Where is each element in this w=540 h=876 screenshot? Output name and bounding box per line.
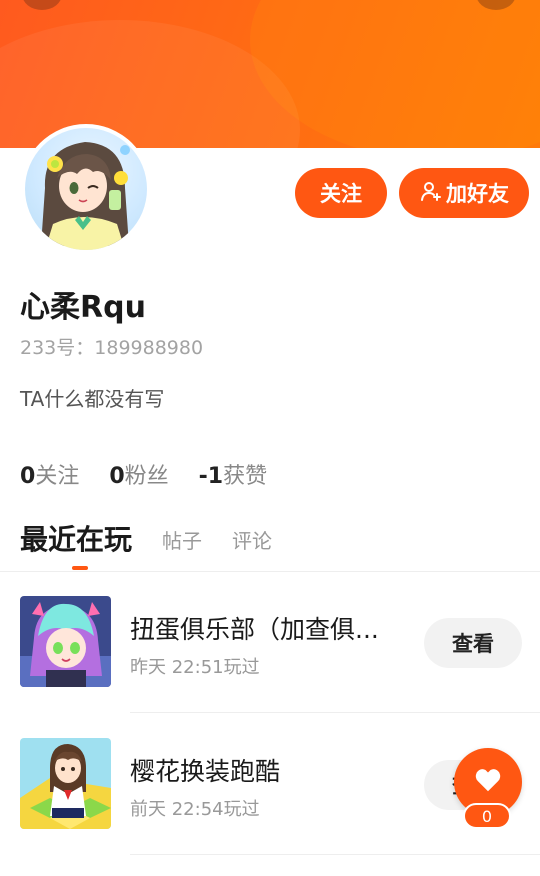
tab-comments[interactable]: 评论 [232, 525, 272, 558]
row-divider [130, 712, 540, 713]
stat-likes[interactable]: -1获赞 [199, 458, 267, 490]
heart-icon [473, 765, 503, 799]
tab-recently-played[interactable]: 最近在玩 [20, 518, 132, 558]
stat-likes-label: 获赞 [223, 464, 268, 489]
back-button[interactable] [22, 0, 62, 10]
user-name: 心柔Rqu [20, 290, 146, 325]
add-friend-label: 加好友 [446, 182, 509, 206]
follow-button[interactable]: 关注 [295, 168, 387, 218]
user-bio: TA什么都没有写 [20, 387, 165, 411]
stat-fans[interactable]: 0粉丝 [109, 458, 168, 490]
row-divider [130, 854, 540, 855]
stat-fans-label: 粉丝 [124, 464, 169, 489]
game-title: 扭蛋俱乐部（加查俱... [130, 615, 379, 644]
game-list-item[interactable]: 扭蛋俱乐部（加查俱... 昨天 22:51玩过 查看 [0, 572, 540, 713]
stat-following[interactable]: 0关注 [20, 458, 79, 490]
like-count-badge: 0 [463, 803, 511, 829]
profile-tabs: 最近在玩 帖子 评论 [20, 518, 272, 558]
game-played-time: 昨天 22:51玩过 [130, 657, 260, 678]
stats-bar: 0关注 0粉丝 -1获赞 [20, 458, 267, 490]
view-game-button[interactable]: 查看 [424, 618, 522, 668]
tab-posts[interactable]: 帖子 [162, 525, 202, 558]
game-thumbnail [20, 596, 111, 687]
avatar[interactable] [21, 124, 151, 254]
stat-following-label: 关注 [35, 464, 80, 489]
tab-indicator [72, 566, 88, 570]
add-friend-button[interactable]: 加好友 [399, 168, 529, 218]
game-thumbnail [20, 738, 111, 829]
stat-likes-count: -1 [198, 464, 224, 489]
stat-following-count: 0 [20, 464, 36, 489]
user-id: 233号：189988980 [20, 337, 204, 359]
view-game-label: 查看 [452, 632, 494, 656]
stat-fans-count: 0 [109, 464, 125, 489]
follow-button-label: 关注 [320, 182, 362, 206]
game-played-time: 前天 22:54玩过 [130, 799, 260, 820]
person-add-icon [419, 179, 443, 208]
game-title: 樱花换装跑酷 [130, 757, 281, 786]
